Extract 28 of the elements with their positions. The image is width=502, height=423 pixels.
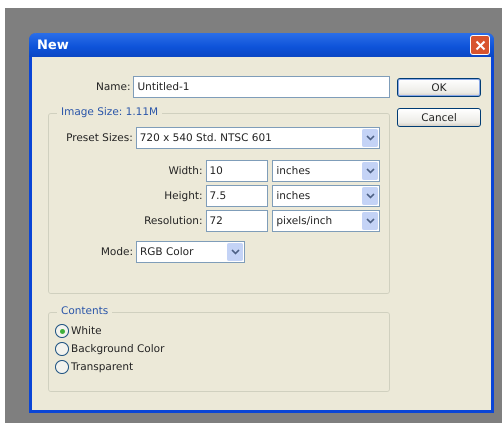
mode-label: Mode:: [100, 246, 133, 258]
dimension-label: Height:: [163, 190, 202, 202]
group-legend: Contents: [57, 305, 112, 317]
mode-dropdown[interactable]: RGB Color: [136, 241, 245, 263]
close-button[interactable]: [470, 35, 490, 55]
unit-dropdown[interactable]: inches: [272, 185, 380, 207]
radio-button[interactable]: [55, 324, 69, 338]
dimension-field[interactable]: 7.5: [206, 185, 268, 207]
dimension-label: Resolution:: [143, 215, 202, 227]
window-title: New: [37, 38, 69, 52]
name-field[interactable]: Untitled-1: [133, 76, 390, 98]
radio-button[interactable]: [55, 342, 69, 356]
dialog-button[interactable]: Cancel: [397, 108, 481, 127]
radio-button[interactable]: [55, 360, 69, 374]
group-legend: Image Size: 1.11M: [57, 106, 162, 118]
close-icon[interactable]: [474, 40, 486, 50]
dimension-label: Width:: [167, 165, 202, 177]
dimension-field[interactable]: 72: [206, 210, 268, 232]
preset-sizes-dropdown[interactable]: 720 x 540 Std. NTSC 601: [136, 127, 380, 149]
radio-label[interactable]: White: [71, 325, 102, 337]
unit-dropdown[interactable]: pixels/inch: [272, 210, 380, 232]
radio-label[interactable]: Background Color: [71, 343, 164, 355]
dimension-field[interactable]: 10: [206, 160, 268, 182]
unit-dropdown[interactable]: inches: [272, 160, 380, 182]
name-label: Name:: [94, 81, 130, 93]
preset-sizes-label: Preset Sizes:: [65, 132, 133, 144]
radio-label[interactable]: Transparent: [71, 361, 134, 373]
dialog-button[interactable]: OK: [397, 78, 481, 97]
